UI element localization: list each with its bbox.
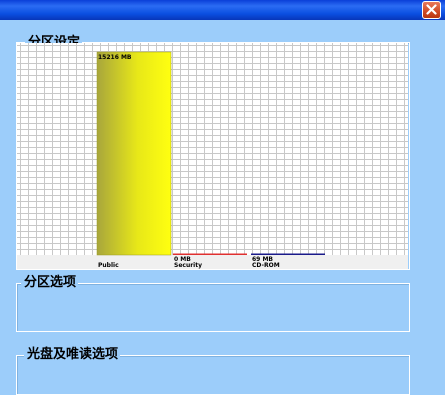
category-label-cd-rom: CD-ROM: [252, 262, 280, 269]
data-label-public: 15216 MB: [98, 54, 132, 61]
category-label-security: Security: [174, 262, 202, 269]
bar-security: [173, 253, 247, 255]
partition-chart: 15216 MB Public 0 MB Security 69 MB CD-ROM: [17, 43, 408, 269]
chart-axis-band: [17, 255, 408, 269]
partition-chart-svg: 15216 MBPublic0 MBSecurity69 MBCD-ROM: [17, 43, 408, 269]
partition-options-group: 分区选项: [16, 275, 410, 332]
partition-options-title: 分区选项: [21, 275, 79, 291]
category-label-public: Public: [98, 262, 119, 269]
bar-public: [96, 51, 172, 256]
close-button[interactable]: [422, 1, 441, 19]
optical-readonly-options-group: 光盘及唯读选项: [16, 347, 410, 395]
optical-readonly-options-title: 光盘及唯读选项: [24, 347, 121, 363]
window-titlebar: [0, 0, 445, 20]
close-x-icon: [426, 4, 437, 15]
bar-cd-rom: [251, 253, 325, 255]
